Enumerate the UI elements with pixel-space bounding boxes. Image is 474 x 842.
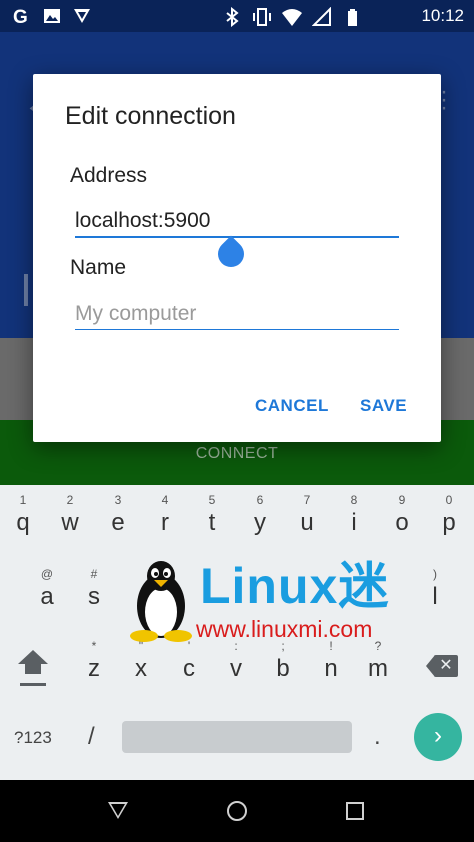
key-hint: 3 <box>114 493 122 507</box>
key-hint: 1 <box>19 493 27 507</box>
more-options-icon[interactable]: · · · <box>440 80 448 120</box>
status-bar: G 10:12 <box>0 0 474 32</box>
google-icon: G <box>13 7 28 26</box>
wifi-icon <box>282 9 302 26</box>
backspace-x-icon: ✕ <box>434 655 458 677</box>
watermark: Linux迷 www.linuxmi.com <box>126 558 426 646</box>
key-i[interactable]: 8i <box>334 493 374 539</box>
key-label: o <box>395 509 409 536</box>
text-cursor-marker <box>24 274 28 306</box>
key-label: w <box>61 509 79 536</box>
key-u[interactable]: 7u <box>287 493 327 539</box>
key-hint: 6 <box>256 493 264 507</box>
status-time: 10:12 <box>421 6 464 25</box>
period-key[interactable]: . <box>374 723 381 751</box>
key-hint: # <box>90 567 98 581</box>
shift-key[interactable] <box>16 650 50 690</box>
go-key[interactable]: › <box>414 713 462 761</box>
watermark-url: www.linuxmi.com <box>196 616 373 642</box>
key-o[interactable]: 9o <box>382 493 422 539</box>
key-label: m <box>368 655 388 682</box>
key-label: e <box>111 509 125 536</box>
save-button[interactable]: SAVE <box>360 396 407 416</box>
key-p[interactable]: 0p <box>429 493 469 539</box>
key-hint: 2 <box>66 493 74 507</box>
key-w[interactable]: 2w <box>50 493 90 539</box>
nav-back-icon[interactable] <box>108 802 128 819</box>
space-key[interactable] <box>122 721 352 753</box>
connect-button[interactable]: CONNECT <box>0 445 474 463</box>
signal-icon <box>312 7 331 26</box>
image-icon <box>44 9 60 23</box>
dialog-title: Edit connection <box>65 102 236 130</box>
name-label: Name <box>70 256 127 279</box>
status-right-icons <box>222 7 362 27</box>
backspace-key[interactable]: ✕ <box>426 655 458 677</box>
key-label: r <box>161 509 169 536</box>
key-s[interactable]: # s <box>74 567 114 613</box>
key-r[interactable]: 4r <box>145 493 185 539</box>
cancel-button[interactable]: CANCEL <box>255 396 329 416</box>
watermark-title: Linux迷 <box>200 558 390 614</box>
key-hint: @ <box>40 567 54 581</box>
key-hint: 8 <box>350 493 358 507</box>
key-label: b <box>276 655 290 682</box>
key-label: u <box>300 509 314 536</box>
key-hint: 9 <box>398 493 406 507</box>
status-left-icons: G <box>12 6 92 26</box>
text-selection-handle[interactable] <box>212 235 250 273</box>
name-input[interactable] <box>75 298 399 330</box>
key-q[interactable]: 1q <box>3 493 43 539</box>
key-label: t <box>208 509 216 536</box>
key-hint: 7 <box>303 493 311 507</box>
battery-icon <box>348 9 357 26</box>
penguin-logo-icon <box>130 561 192 642</box>
nav-home-icon[interactable] <box>227 801 247 821</box>
navigation-bar <box>0 780 474 842</box>
key-hint: 0 <box>445 493 453 507</box>
key-label: i <box>351 509 357 536</box>
address-label: Address <box>70 164 148 187</box>
messages-icon <box>74 9 90 23</box>
slash-key[interactable]: / <box>88 723 95 751</box>
key-label: n <box>324 655 338 682</box>
key-label: a <box>40 583 54 610</box>
shift-arrow-icon <box>18 650 48 664</box>
key-label: s <box>88 583 100 610</box>
key-label: c <box>183 655 195 682</box>
key-label: q <box>16 509 30 536</box>
shift-arrow-stem <box>25 664 41 674</box>
key-z[interactable]: * z <box>74 639 114 685</box>
caps-underline <box>20 683 46 686</box>
key-hint: 4 <box>161 493 169 507</box>
vibrate-icon <box>253 8 271 26</box>
key-e[interactable]: 3e <box>98 493 138 539</box>
nav-recents-icon[interactable] <box>346 802 364 820</box>
key-label: p <box>442 509 456 536</box>
key-a[interactable]: @ a <box>27 567 67 613</box>
symbols-key[interactable]: ?123 <box>14 728 52 748</box>
edit-connection-dialog: Edit connection Address Name CANCEL SAVE <box>33 74 441 442</box>
key-hint: 5 <box>208 493 216 507</box>
key-hint: * <box>91 639 97 653</box>
bluetooth-icon <box>226 7 239 27</box>
key-label: y <box>254 509 266 536</box>
key-y[interactable]: 6y <box>240 493 280 539</box>
svg-text:G: G <box>13 7 28 26</box>
address-input[interactable] <box>75 206 399 238</box>
key-label: z <box>88 655 100 682</box>
key-t[interactable]: 5t <box>192 493 232 539</box>
key-label: x <box>135 655 147 682</box>
key-label: v <box>230 655 242 682</box>
